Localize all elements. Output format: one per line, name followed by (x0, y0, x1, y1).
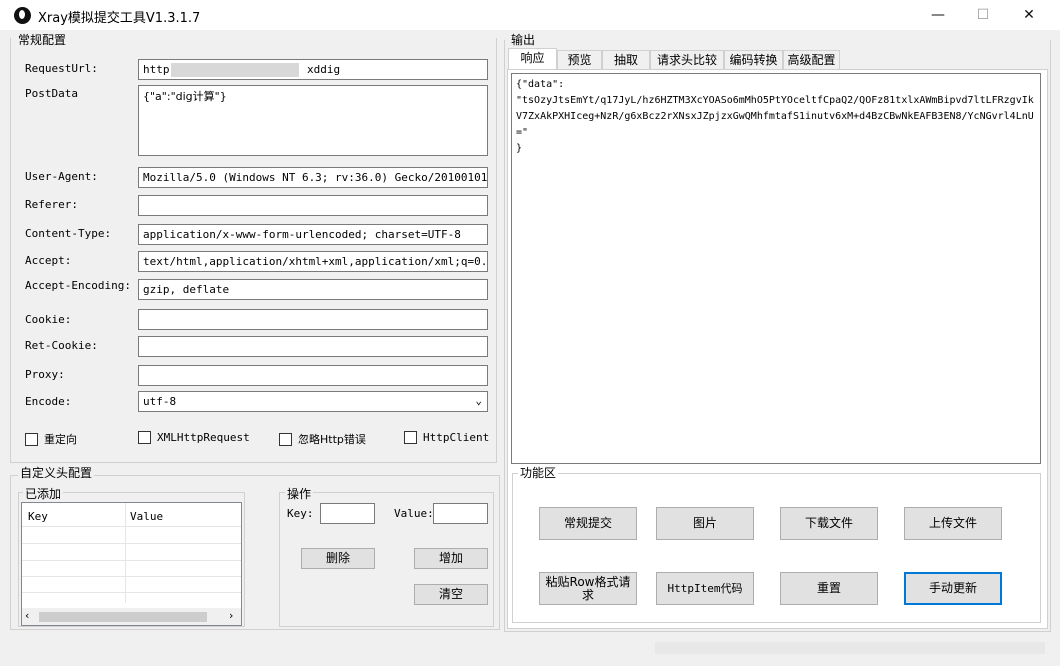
checkbox-box (279, 432, 292, 446)
output-title: 输出 (509, 31, 538, 48)
header-value-input[interactable] (433, 503, 488, 524)
accept-input[interactable]: text/html,application/xhtml+xml,applicat… (138, 251, 488, 272)
content-type-label: Content-Type: (25, 227, 112, 240)
download-file-button[interactable]: 下载文件 (780, 507, 878, 540)
referer-label: Referer: (25, 198, 78, 211)
request-url-value-start: http (143, 63, 170, 76)
grid-column-divider (125, 503, 126, 603)
request-url-input[interactable]: http xddig (138, 59, 488, 80)
redacted-status-area (655, 642, 1045, 654)
added-headers-title: 已添加 (23, 485, 64, 502)
operations-title: 操作 (285, 485, 314, 502)
tab-advanced-config[interactable]: 高级配置 (783, 50, 840, 69)
post-data-textarea[interactable]: {"a":"dig计算"} (138, 85, 488, 156)
grid-divider (22, 560, 241, 561)
header-key-input[interactable] (320, 503, 375, 524)
tab-response[interactable]: 响应 (508, 48, 557, 70)
functions-title: 功能区 (518, 464, 559, 481)
headers-grid[interactable]: Key Value ‹ › (21, 502, 242, 626)
grid-header-value: Value (130, 510, 164, 523)
proxy-label: Proxy: (25, 368, 65, 381)
general-config-title: 常规配置 (16, 31, 69, 48)
tab-encoding-convert[interactable]: 编码转换 (724, 50, 783, 69)
horizontal-scrollbar[interactable]: ‹ › (22, 608, 241, 625)
scrollbar-thumb[interactable] (39, 612, 207, 622)
grid-divider (22, 526, 241, 527)
user-agent-label: User-Agent: (25, 170, 98, 183)
paste-raw-request-button[interactable]: 粘贴Row格式请求 (539, 572, 637, 605)
httpclient-checkbox[interactable]: HttpClient (404, 431, 489, 444)
tab-extract[interactable]: 抽取 (602, 50, 650, 69)
chevron-down-icon: ⌄ (475, 394, 482, 407)
close-button[interactable]: ✕ (1006, 0, 1052, 30)
clear-headers-button[interactable]: 清空 (414, 584, 488, 605)
scroll-right-icon[interactable]: › (229, 609, 233, 622)
checkbox-box (138, 431, 151, 444)
post-data-label: PostData (25, 87, 78, 100)
xmlhttprequest-checkbox[interactable]: XMLHttpRequest (138, 431, 250, 444)
content-type-input[interactable]: application/x-www-form-urlencoded; chars… (138, 224, 488, 245)
ignore-http-error-checkbox[interactable]: 忽略Http错误 (279, 431, 366, 447)
window-title: Xray模拟提交工具V1.3.1.7 (38, 11, 201, 26)
delete-header-button[interactable]: 删除 (301, 548, 375, 569)
encode-label: Encode: (25, 395, 72, 408)
custom-headers-title: 自定义头配置 (18, 464, 95, 481)
grid-header-key: Key (28, 510, 48, 523)
ret-cookie-label: Ret-Cookie: (25, 339, 98, 352)
grid-divider (22, 543, 241, 544)
maximize-button[interactable]: ☐ (960, 0, 1006, 30)
ignore-http-error-checkbox-label: 忽略Http错误 (298, 433, 366, 446)
scroll-left-icon[interactable]: ‹ (25, 609, 29, 622)
cookie-label: Cookie: (25, 313, 72, 326)
referer-input[interactable] (138, 195, 488, 216)
redirect-checkbox[interactable]: 重定向 (25, 431, 77, 447)
header-key-label: Key: (287, 507, 314, 520)
response-output[interactable]: {"data": "tsOzyJtsEmYt/q17JyL/hz6HZTM3Xc… (511, 73, 1041, 464)
encode-select[interactable]: utf-8 ⌄ (138, 391, 488, 412)
encode-select-value: utf-8 (143, 395, 177, 408)
app-logo-icon (14, 7, 31, 24)
reset-button[interactable]: 重置 (780, 572, 878, 605)
image-button[interactable]: 图片 (656, 507, 754, 540)
httpitem-code-button[interactable]: HttpItem代码 (656, 572, 754, 605)
cookie-input[interactable] (138, 309, 488, 330)
user-agent-input[interactable]: Mozilla/5.0 (Windows NT 6.3; rv:36.0) Ge… (138, 167, 488, 188)
grid-divider (22, 576, 241, 577)
accept-encoding-input[interactable]: gzip, deflate (138, 279, 488, 300)
proxy-input[interactable] (138, 365, 488, 386)
ret-cookie-input[interactable] (138, 336, 488, 357)
xmlhttprequest-checkbox-label: XMLHttpRequest (157, 431, 250, 444)
httpclient-checkbox-label: HttpClient (423, 431, 490, 444)
normal-submit-button[interactable]: 常规提交 (539, 507, 637, 540)
request-url-label: RequestUrl: (25, 62, 98, 75)
accept-encoding-label: Accept-Encoding: (25, 279, 131, 292)
upload-file-button[interactable]: 上传文件 (904, 507, 1002, 540)
header-value-label: Value: (394, 507, 434, 520)
checkbox-box (25, 432, 38, 446)
redirect-checkbox-label: 重定向 (44, 433, 77, 446)
minimize-button[interactable]: — (915, 0, 961, 30)
accept-label: Accept: (25, 254, 72, 267)
redacted-url-segment (171, 63, 299, 77)
tab-preview[interactable]: 预览 (557, 50, 602, 69)
checkbox-box (404, 431, 417, 444)
manual-update-button[interactable]: 手动更新 (904, 572, 1002, 605)
add-header-button[interactable]: 增加 (414, 548, 488, 569)
tab-header-compare[interactable]: 请求头比较 (650, 50, 724, 69)
grid-divider (22, 592, 241, 593)
request-url-value-end: xddig (307, 63, 341, 76)
